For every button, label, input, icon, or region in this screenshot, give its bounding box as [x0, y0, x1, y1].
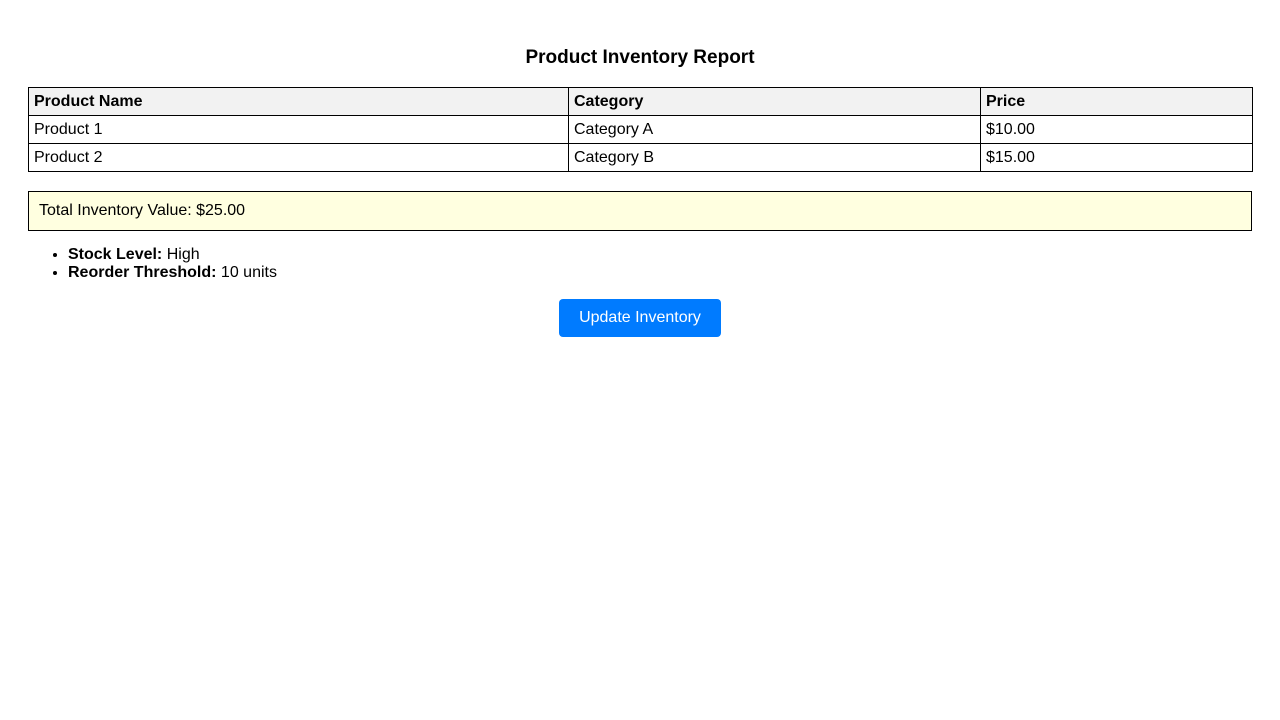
product-name-cell: Product 1 [28, 115, 569, 144]
table-header: Product Name Category Price [28, 87, 1253, 116]
reorder-threshold-label: Reorder Threshold: [68, 264, 217, 281]
table-body: Product 1 Category A $10.00 Product 2 Ca… [28, 115, 1253, 172]
price-cell: $10.00 [980, 115, 1253, 144]
inventory-table: Product Name Category Price Product 1 Ca… [28, 87, 1253, 172]
product-name-cell: Product 2 [28, 143, 569, 172]
stock-level-value: High [166, 246, 200, 263]
inventory-report-page: Product Inventory Report Product Name Ca… [0, 0, 1280, 720]
page-title: Product Inventory Report [525, 47, 755, 68]
table-row: Product 1 Category A $10.00 [28, 115, 1253, 144]
reorder-threshold-value: 10 units [220, 264, 277, 281]
total-inventory-value-box: Total Inventory Value: $25.00 [28, 191, 1252, 231]
reorder-threshold-item: Reorder Threshold: 10 units [68, 264, 277, 282]
category-cell: Category B [568, 143, 981, 172]
column-header-category: Category [568, 87, 981, 116]
stock-level-item: Stock Level: High [68, 246, 277, 264]
category-cell: Category A [568, 115, 981, 144]
stock-level-label: Stock Level: [68, 246, 163, 263]
table-header-row: Product Name Category Price [28, 87, 1253, 116]
update-inventory-button[interactable]: Update Inventory [559, 299, 721, 337]
column-header-product-name: Product Name [28, 87, 569, 116]
table-row: Product 2 Category B $15.00 [28, 143, 1253, 172]
inventory-details-list: Stock Level: High Reorder Threshold: 10 … [28, 246, 277, 282]
price-cell: $15.00 [980, 143, 1253, 172]
column-header-price: Price [980, 87, 1253, 116]
total-inventory-value: Total Inventory Value: $25.00 [39, 202, 246, 219]
